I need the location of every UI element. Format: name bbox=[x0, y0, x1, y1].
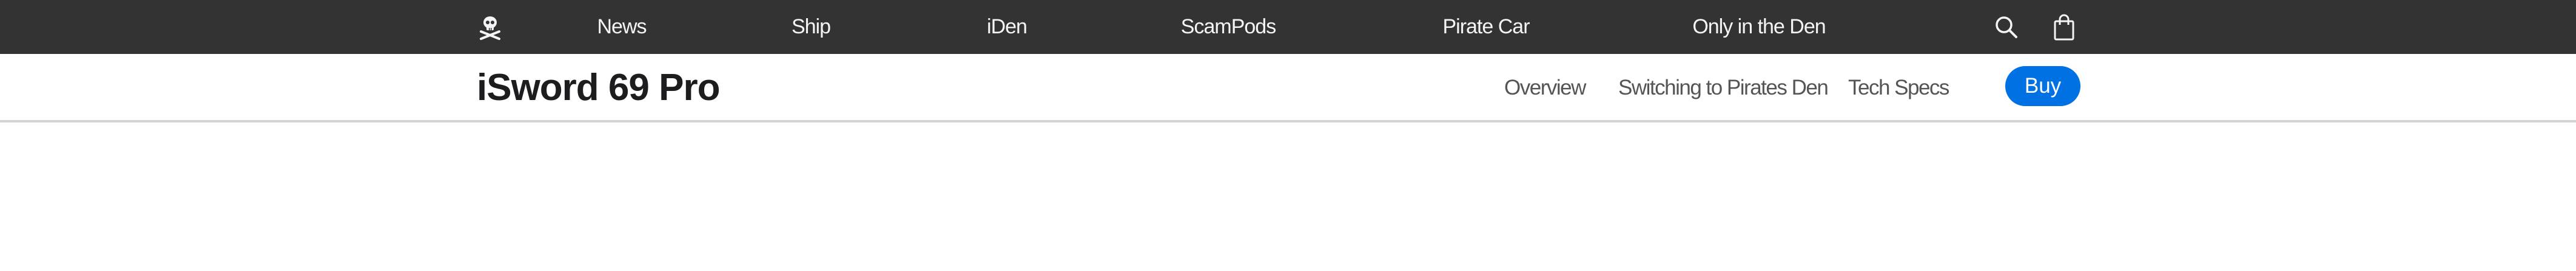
buy-button[interactable]: Buy bbox=[2005, 66, 2080, 106]
global-nav: News Ship iDen ScamPods Pirate Car Only … bbox=[0, 0, 2576, 54]
nav-item-pirate-car[interactable]: Pirate Car bbox=[1425, 0, 1547, 54]
nav-item-ship[interactable]: Ship bbox=[775, 0, 847, 54]
nav-item-iden[interactable]: iDen bbox=[970, 0, 1043, 54]
skull-and-crossbones-icon[interactable] bbox=[473, 0, 507, 54]
local-nav-link-tech-specs[interactable]: Tech Specs bbox=[1848, 54, 1949, 121]
search-icon[interactable] bbox=[1989, 0, 2023, 54]
local-nav-link-overview[interactable]: Overview bbox=[1504, 54, 1586, 121]
local-nav bbox=[0, 54, 2576, 121]
page-content-area bbox=[0, 122, 2576, 271]
nav-item-news[interactable]: News bbox=[585, 0, 658, 54]
shopping-bag-icon[interactable] bbox=[2047, 0, 2081, 54]
nav-item-scampods[interactable]: ScamPods bbox=[1168, 0, 1289, 54]
local-nav-link-switching[interactable]: Switching to Pirates Den bbox=[1618, 54, 1829, 121]
product-title[interactable]: iSword 69 Pro bbox=[477, 54, 720, 121]
nav-item-only-in-the-den[interactable]: Only in the Den bbox=[1680, 0, 1838, 54]
